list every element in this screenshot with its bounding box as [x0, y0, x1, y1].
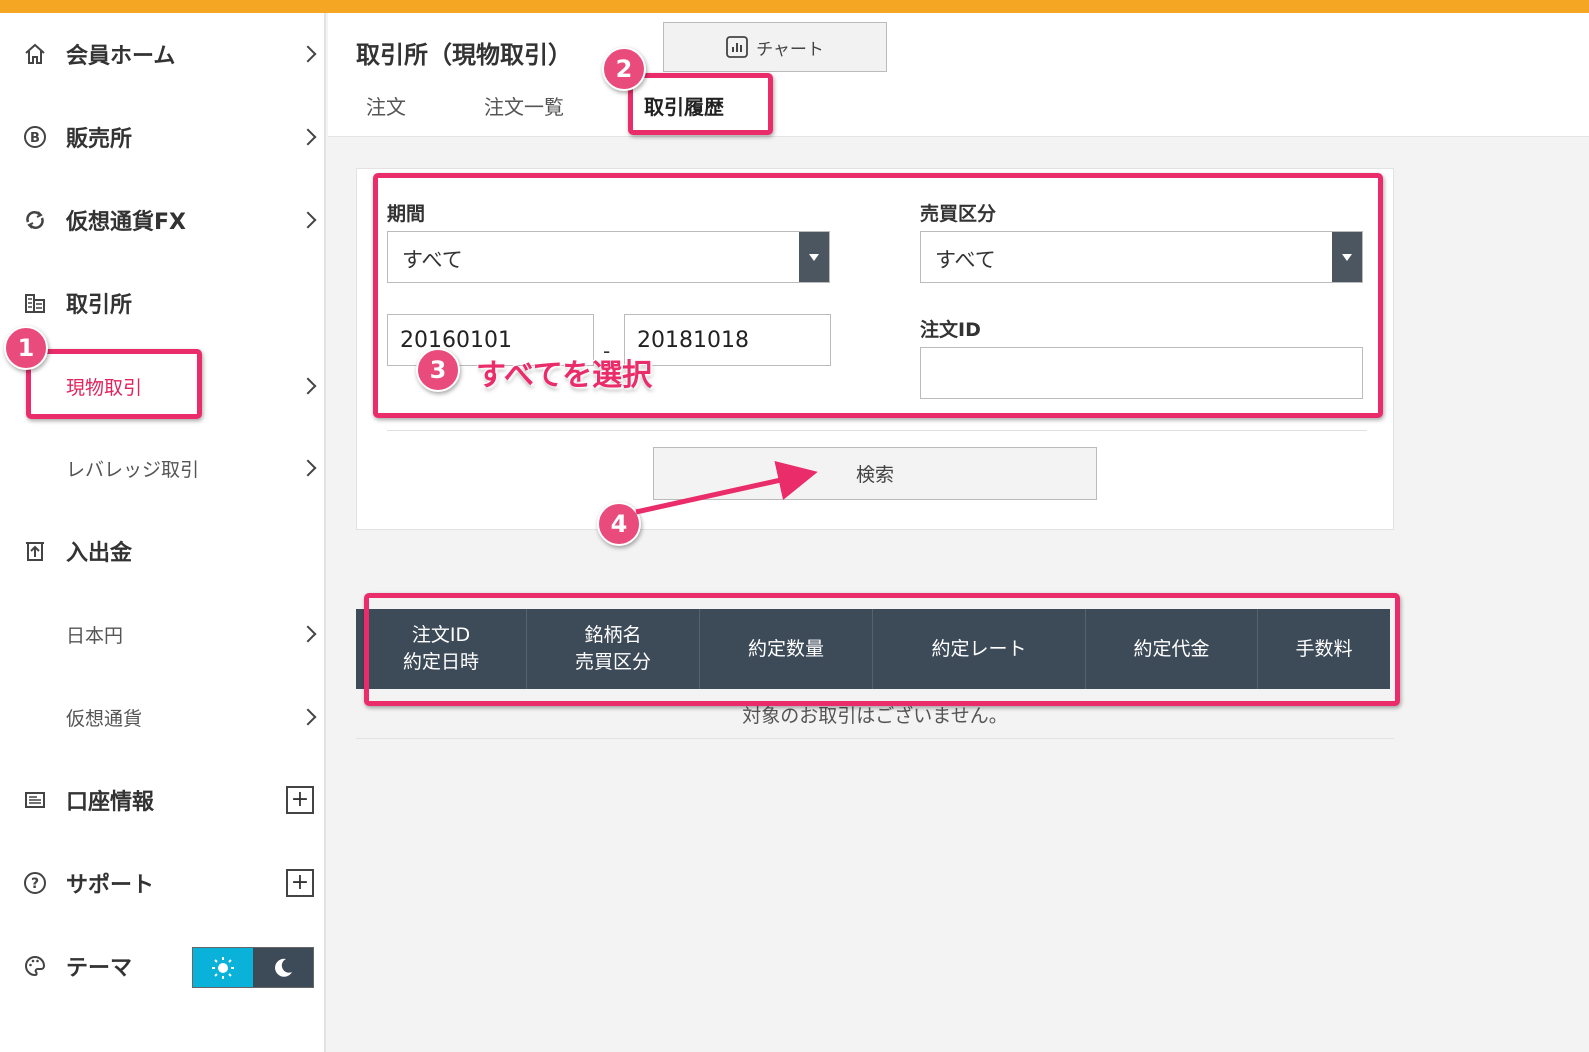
- annotation-arrow-icon: [635, 460, 818, 515]
